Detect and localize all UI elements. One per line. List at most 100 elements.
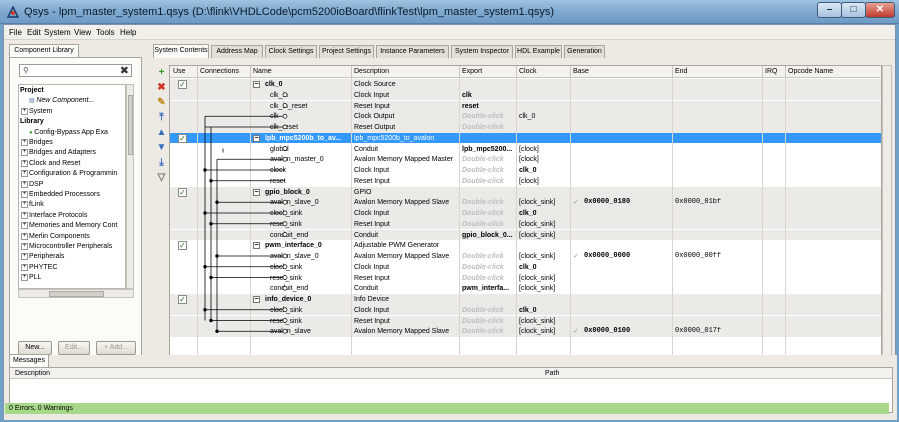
tree-item[interactable]: + Bridges	[21, 138, 53, 148]
column-header-description[interactable]: Description	[354, 68, 389, 75]
port-endpoint[interactable]	[282, 103, 288, 108]
move-top-icon[interactable]: ⤒	[156, 112, 167, 123]
tab-instance-parameters[interactable]: Instance Parameters	[376, 45, 449, 58]
row-clock[interactable]: [clock_sink]	[519, 317, 571, 326]
tab-address-map[interactable]: Address Map	[211, 45, 263, 58]
tab-system-inspector[interactable]: System Inspector	[451, 45, 513, 58]
expand-icon[interactable]: +	[21, 243, 28, 250]
table-vertical-scrollbar[interactable]	[882, 65, 892, 361]
tab-project-settings[interactable]: Project Settings	[319, 45, 374, 58]
row-export[interactable]: Double-click	[462, 123, 515, 132]
column-header-connections[interactable]: Connections	[200, 68, 239, 75]
tab-system-contents[interactable]: System Contents	[153, 44, 209, 58]
library-vertical-scrollbar[interactable]	[126, 84, 134, 289]
connection-dot[interactable]	[215, 329, 219, 333]
tree-item[interactable]: + Clock and Reset	[21, 159, 80, 169]
row-export[interactable]: reset	[462, 102, 515, 111]
column-header-export[interactable]: Export	[462, 68, 482, 75]
connection-dot[interactable]	[209, 318, 213, 323]
row-clock[interactable]: clk_0	[519, 112, 571, 121]
move-down-icon[interactable]: ▼	[156, 142, 167, 153]
use-checkbox[interactable]: ✓	[178, 187, 187, 197]
tree-item[interactable]: ▤ New Component...	[29, 96, 94, 106]
menu-edit[interactable]: Edit	[27, 28, 41, 37]
library-search-input[interactable]: ⚲ ✖	[19, 64, 132, 77]
menu-system[interactable]: System	[44, 28, 71, 37]
tab-clock-settings[interactable]: Clock Settings	[265, 45, 317, 58]
close-icon[interactable]: ✕	[865, 2, 895, 18]
port-endpoint[interactable]	[282, 199, 288, 205]
row-clock[interactable]: clk_0	[519, 263, 571, 272]
row-export[interactable]: Double-click	[462, 177, 515, 186]
minimize-icon[interactable]: –	[817, 2, 842, 18]
column-header-irq[interactable]: IRQ	[765, 68, 777, 75]
row-export[interactable]: pwm_interfa...	[462, 284, 515, 293]
tree-item[interactable]: ● Config-Bypass App Exa	[29, 128, 108, 138]
tab-component-library[interactable]: Component Library	[9, 44, 79, 58]
edit-icon[interactable]: ✎	[156, 97, 167, 108]
menu-file[interactable]: File	[9, 28, 22, 37]
row-export[interactable]: Double-click	[462, 166, 515, 175]
expand-icon[interactable]: +	[21, 253, 28, 261]
expand-icon[interactable]: +	[21, 232, 28, 240]
expand-icon[interactable]: +	[21, 180, 28, 188]
port-endpoint[interactable]	[282, 328, 288, 334]
messages-col-description[interactable]: Description	[15, 370, 50, 377]
expand-icon[interactable]: +	[21, 263, 28, 271]
row-export[interactable]: Double-click	[462, 306, 515, 315]
menu-help[interactable]: Help	[120, 28, 136, 37]
row-export[interactable]: Double-click	[462, 252, 515, 261]
row-export[interactable]: Double-click	[462, 317, 515, 326]
expand-icon[interactable]: +	[21, 222, 28, 230]
tree-item[interactable]: + System	[21, 107, 52, 117]
tree-item[interactable]: + DSP	[21, 180, 43, 190]
row-clock[interactable]: [clock_sink]	[519, 274, 571, 283]
column-header-opcode-name[interactable]: Opcode Name	[788, 68, 833, 75]
port-endpoint[interactable]	[282, 307, 288, 313]
row-export[interactable]: Double-click	[462, 155, 515, 164]
row-clock[interactable]: clk_0	[519, 209, 571, 218]
row-export[interactable]: Double-click	[462, 198, 515, 207]
expand-icon[interactable]: +	[21, 149, 28, 157]
tree-item[interactable]: + Bridges and Adapters	[21, 148, 96, 158]
connection-dot[interactable]	[215, 254, 219, 258]
lock-icon[interactable]: ✓	[573, 252, 579, 261]
port-endpoint[interactable]	[282, 275, 288, 280]
connection-dot[interactable]	[203, 265, 207, 269]
column-header-end[interactable]: End	[675, 68, 687, 75]
row-export[interactable]: Double-click	[462, 263, 515, 272]
add-component-button[interactable]: + Add...	[96, 341, 136, 355]
row-clock[interactable]: [clock]	[519, 155, 571, 164]
expand-icon[interactable]: +	[21, 201, 28, 209]
row-clock[interactable]: [clock_sink]	[519, 327, 571, 336]
port-endpoint[interactable]	[282, 285, 288, 291]
messages-col-path[interactable]: Path	[545, 370, 559, 377]
add-icon[interactable]: +	[156, 67, 167, 78]
tree-item[interactable]: Project	[20, 86, 44, 96]
library-horizontal-scrollbar[interactable]	[18, 289, 134, 298]
expand-icon[interactable]: +	[21, 159, 28, 167]
tab-messages[interactable]: Messages	[9, 354, 49, 368]
use-checkbox[interactable]: ✓	[178, 295, 187, 304]
column-header-base[interactable]: Base	[573, 68, 589, 75]
tree-item[interactable]: + PLL	[21, 273, 41, 283]
row-clock[interactable]: clk_0	[519, 306, 571, 315]
lock-icon[interactable]: ✓	[573, 327, 579, 336]
clear-search-icon[interactable]: ✖	[120, 64, 129, 77]
edit-component-button[interactable]: Edit...	[58, 341, 90, 355]
row-export[interactable]: gpio_block_0...	[462, 231, 515, 240]
expand-icon[interactable]: +	[21, 211, 28, 219]
row-base[interactable]: 0x0000_0180	[584, 198, 630, 207]
row-clock[interactable]: [clock_sink]	[519, 220, 571, 229]
column-header-clock[interactable]: Clock	[519, 68, 537, 75]
connection-dot[interactable]	[203, 308, 207, 312]
use-checkbox[interactable]: ✓	[178, 241, 187, 251]
connections-graph[interactable]	[197, 78, 293, 361]
row-export[interactable]: lpb_mpc5200...	[462, 145, 515, 154]
row-clock[interactable]: [clock_sink]	[519, 231, 571, 240]
tree-item[interactable]: Library	[20, 117, 44, 127]
connection-dot[interactable]	[203, 211, 207, 215]
new-component-button[interactable]: New...	[18, 341, 52, 355]
expand-icon[interactable]: +	[21, 139, 28, 146]
row-export[interactable]: Double-click	[462, 327, 515, 336]
